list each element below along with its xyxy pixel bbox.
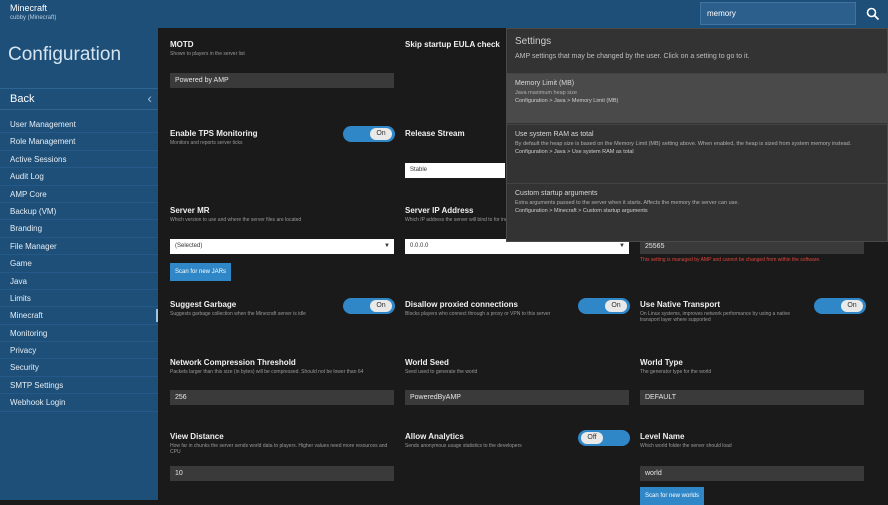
result-path: Configuration > Minecraft > Custom start… (515, 208, 648, 214)
app-title: Minecraft (10, 3, 48, 13)
select-value: 0.0.0.0 (410, 243, 429, 249)
setting-title: World Type (640, 358, 683, 367)
sidebar-item-minecraft[interactable]: Minecraft (0, 307, 158, 325)
setting-desc: Suggests garbage collection when the Min… (170, 311, 306, 317)
search-button[interactable] (858, 0, 888, 28)
sidebar-item-security[interactable]: Security (0, 359, 158, 377)
setting-desc: Blocks players who connect through a pro… (405, 311, 551, 317)
result-desc: Java maximum heap size (515, 90, 578, 96)
result-title: Use system RAM as total (515, 131, 594, 138)
view-distance-input[interactable]: 10 (170, 466, 394, 481)
sidebar: Configuration Back ‹ User Management Rol… (0, 28, 158, 500)
setting-title: Server MR (170, 206, 210, 215)
sidebar-item-file-manager[interactable]: File Manager (0, 238, 158, 256)
enable-tps-toggle[interactable]: On (343, 126, 395, 142)
chevron-down-icon: ▼ (384, 243, 390, 249)
sidebar-title: Configuration (8, 44, 122, 65)
setting-title: Network Compression Threshold (170, 358, 296, 367)
sidebar-item-smtp-settings[interactable]: SMTP Settings (0, 377, 158, 395)
allow-analytics-toggle[interactable]: Off (578, 430, 630, 446)
setting-desc: The generator type for the world (640, 369, 712, 375)
search-input[interactable]: memory (700, 2, 856, 25)
setting-desc: Seed used to generate the world (405, 369, 478, 375)
setting-desc: Shown to players in the server list (170, 51, 245, 57)
search-result-item[interactable]: Use system RAM as total By default the h… (507, 124, 887, 182)
world-seed-input[interactable]: PoweredByAMP (405, 390, 629, 405)
server-mr-select[interactable]: (Selected) ▼ (170, 239, 394, 254)
net-compress-input[interactable]: 256 (170, 390, 394, 405)
setting-desc: On Linux systems, improves network perfo… (640, 311, 791, 323)
setting-net-compress: Network Compression Threshold Packets la… (170, 358, 396, 375)
result-desc: By default the heap size is based on the… (515, 141, 852, 147)
setting-world-seed: World Seed Seed used to generate the wor… (405, 358, 631, 375)
setting-title: View Distance (170, 432, 224, 441)
setting-view-distance: View Distance How far in chunks the serv… (170, 432, 396, 455)
setting-title: Level Name (640, 432, 685, 441)
setting-motd: MOTD Shown to players in the server list (170, 40, 396, 57)
toggle-knob: On (370, 300, 392, 312)
sidebar-item-limits[interactable]: Limits (0, 290, 158, 308)
sidebar-item-java[interactable]: Java (0, 273, 158, 290)
sidebar-menu: User Management Role Management Active S… (0, 116, 158, 412)
setting-title: World Seed (405, 358, 449, 367)
toggle-knob: On (605, 300, 627, 312)
sidebar-item-monitoring[interactable]: Monitoring (0, 325, 158, 343)
server-port-warning: This setting is managed by AMP and canno… (640, 257, 821, 263)
scan-jars-button[interactable]: Scan for new JARs (170, 263, 232, 281)
setting-desc: Packets larger than this size (in bytes)… (170, 369, 364, 375)
app-subtitle: cubby (Minecraft) (10, 15, 57, 21)
sidebar-item-game[interactable]: Game (0, 255, 158, 273)
release-stream-select[interactable]: Stable (405, 163, 505, 178)
sidebar-item-role-management[interactable]: Role Management (0, 133, 158, 151)
sidebar-item-webhook-login[interactable]: Webhook Login (0, 394, 158, 412)
level-name-input[interactable]: world (640, 466, 864, 481)
world-type-input[interactable]: DEFAULT (640, 390, 864, 405)
sidebar-item-audit-log[interactable]: Audit Log (0, 168, 158, 186)
setting-desc: How far in chunks the server sends world… (170, 443, 388, 455)
search-icon (866, 7, 880, 21)
top-bar: Minecraft cubby (Minecraft) memory (0, 0, 888, 28)
back-label: Back (10, 93, 35, 105)
search-results-popover: Settings AMP settings that may be change… (506, 28, 888, 242)
sidebar-item-backup[interactable]: Backup (VM) (0, 203, 158, 221)
toggle-knob: On (370, 128, 392, 140)
suggest-gc-toggle[interactable]: On (343, 298, 395, 314)
sidebar-item-amp-core[interactable]: AMP Core (0, 186, 158, 203)
setting-desc: Which version to use and where the serve… (170, 217, 302, 223)
setting-level-name: Level Name Which world folder the server… (640, 432, 866, 449)
select-value: (Selected) (175, 243, 203, 249)
popover-title: Settings (515, 36, 552, 47)
setting-world-type: World Type The generator type for the wo… (640, 358, 866, 375)
search-result-item[interactable]: Memory Limit (MB) Java maximum heap size… (507, 73, 887, 123)
setting-desc: Sends anonymous usage statistics to the … (405, 443, 522, 449)
search-result-item[interactable]: Custom startup arguments Extra arguments… (507, 183, 887, 241)
setting-title: MOTD (170, 40, 194, 49)
result-path: Configuration > Java > Memory Limit (MB) (515, 98, 619, 104)
popover-subtitle: AMP settings that may be changed by the … (515, 53, 750, 60)
setting-desc: Which world folder the server should loa… (640, 443, 732, 449)
sidebar-item-privacy[interactable]: Privacy (0, 342, 158, 360)
sidebar-item-user-management[interactable]: User Management (0, 116, 158, 134)
result-path: Configuration > Java > Use system RAM as… (515, 149, 634, 155)
scan-worlds-button[interactable]: Scan for new worlds (640, 487, 705, 505)
result-title: Memory Limit (MB) (515, 80, 575, 87)
select-value: Stable (410, 167, 428, 173)
chevron-left-icon: ‹ (147, 90, 152, 106)
back-button[interactable]: Back ‹ (0, 88, 158, 110)
motd-input[interactable]: Powered by AMP (170, 73, 394, 88)
use-native-toggle[interactable]: On (814, 298, 866, 314)
toggle-knob: Off (581, 432, 603, 444)
result-title: Custom startup arguments (515, 190, 598, 197)
toggle-knob: On (841, 300, 863, 312)
sidebar-item-branding[interactable]: Branding (0, 220, 158, 238)
result-desc: Extra arguments passed to the server whe… (515, 200, 739, 206)
disallow-proxied-toggle[interactable]: On (578, 298, 630, 314)
sidebar-item-active-sessions[interactable]: Active Sessions (0, 151, 158, 169)
setting-server-mr: Server MR Which version to use and where… (170, 206, 396, 223)
